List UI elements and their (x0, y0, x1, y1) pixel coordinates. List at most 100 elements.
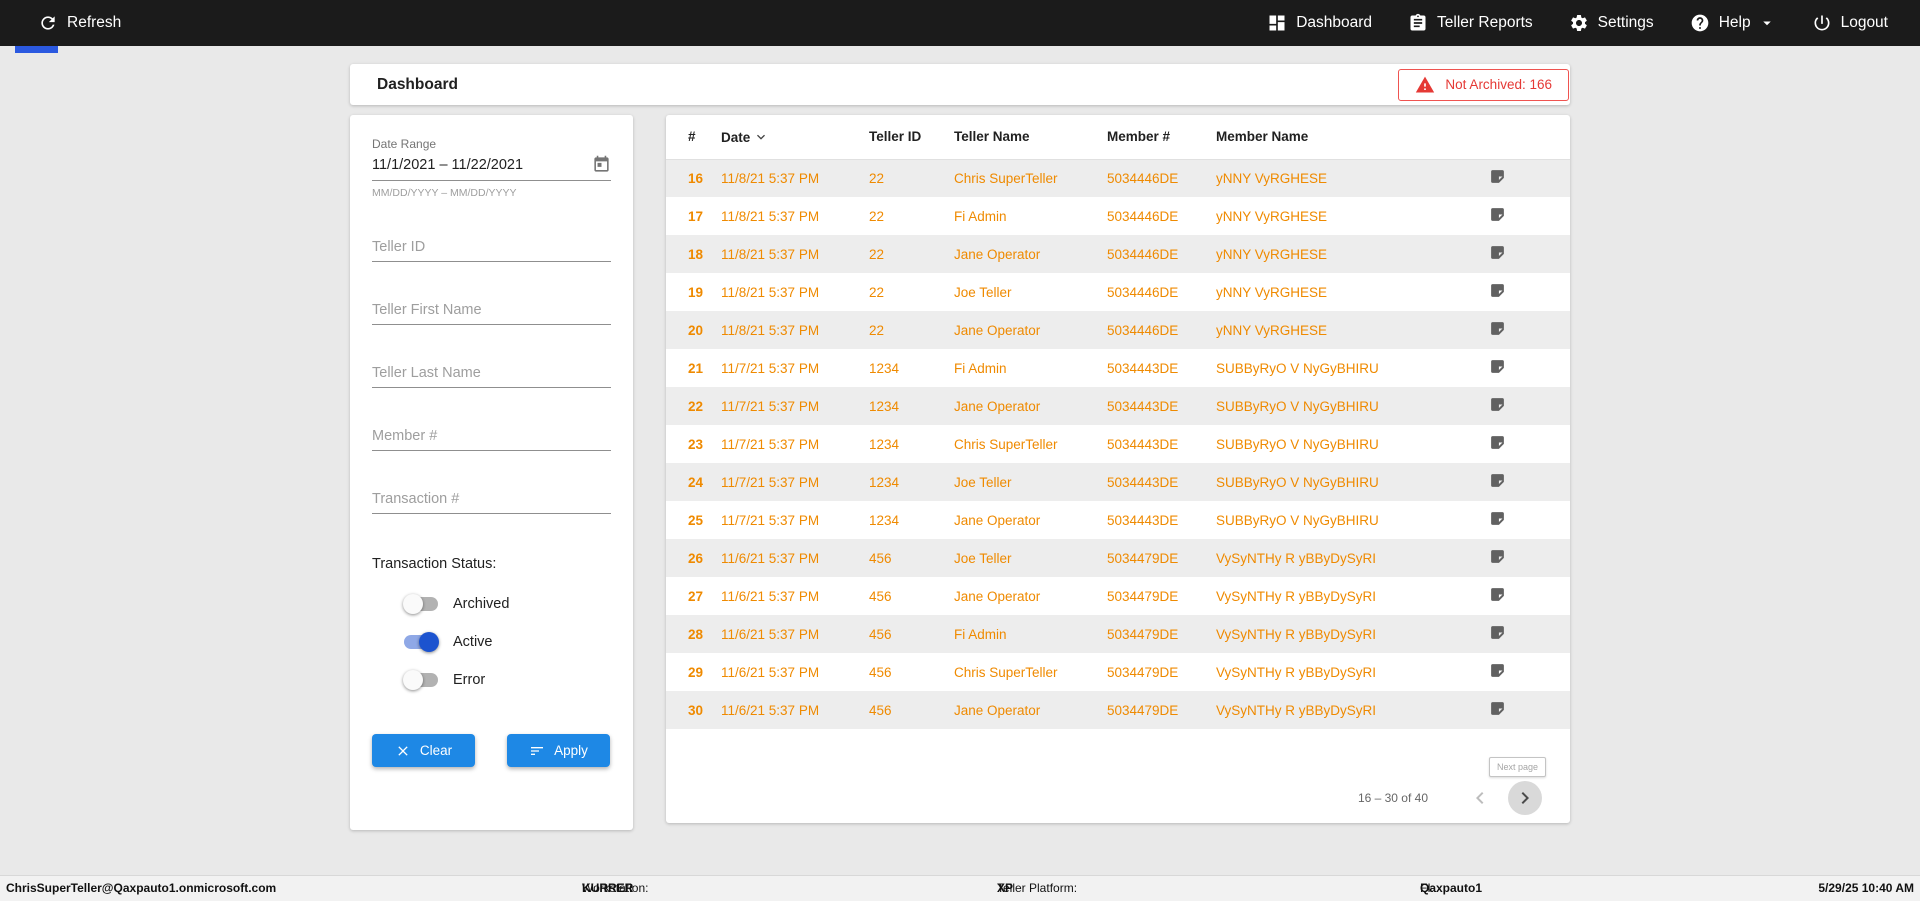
table-row[interactable]: 18 11/8/21 5:37 PM 22 Jane Operator 5034… (666, 235, 1570, 273)
platform-info: Teller Platform: XP (997, 876, 1077, 901)
active-switch[interactable] (403, 632, 439, 652)
status-bar: ChrisSuperTeller@Qaxpauto1.onmicrosoft.c… (0, 875, 1920, 901)
cell-actions (1489, 159, 1570, 197)
warning-icon (1416, 76, 1435, 92)
next-page-tooltip: Next page (1488, 757, 1546, 777)
toggle-archived[interactable]: Archived (372, 592, 611, 616)
nav-teller-reports[interactable]: Teller Reports (1408, 13, 1533, 33)
cell-teller-name: Jane Operator (954, 702, 1041, 718)
note-button[interactable] (1489, 586, 1506, 603)
transaction-number-input[interactable] (372, 487, 611, 514)
note-icon (1491, 360, 1504, 373)
note-button[interactable] (1489, 510, 1506, 527)
table-row[interactable]: 26 11/6/21 5:37 PM 456 Joe Teller 503447… (666, 539, 1570, 577)
not-archived-badge[interactable]: Not Archived: 166 (1398, 68, 1569, 101)
cell-date: 11/7/21 5:37 PM (721, 436, 820, 452)
transactions-table: # Date Teller ID Teller Name Member # Me… (666, 115, 1570, 729)
fi-label: FI: (1420, 881, 1434, 895)
note-icon (1491, 436, 1504, 449)
nav-logout[interactable]: Logout (1812, 13, 1888, 33)
date-picker-button[interactable] (592, 155, 611, 174)
note-icon (1491, 588, 1504, 601)
col-header-date[interactable]: Date (721, 115, 869, 160)
cell-teller-name: Fi Admin (954, 626, 1007, 642)
toggle-error[interactable]: Error (372, 668, 611, 692)
note-button[interactable] (1489, 700, 1506, 717)
cell-row-number: 23 (688, 436, 704, 452)
note-button[interactable] (1489, 548, 1506, 565)
note-button[interactable] (1489, 624, 1506, 641)
nav-help[interactable]: Help (1690, 13, 1776, 33)
table-row[interactable]: 27 11/6/21 5:37 PM 456 Jane Operator 503… (666, 577, 1570, 615)
member-number-input[interactable] (372, 424, 611, 451)
teller-id-input[interactable] (372, 235, 611, 262)
note-button[interactable] (1489, 282, 1506, 299)
cell-row-number: 29 (688, 664, 704, 680)
cell-teller-id: 1234 (869, 512, 900, 528)
table-row[interactable]: 16 11/8/21 5:37 PM 22 Chris SuperTeller … (666, 159, 1570, 197)
cell-actions (1489, 539, 1570, 577)
table-row[interactable]: 24 11/7/21 5:37 PM 1234 Joe Teller 50344… (666, 463, 1570, 501)
cell-teller-id: 22 (869, 208, 885, 224)
teller-last-name-input[interactable] (372, 361, 611, 388)
cell-member-number: 5034446DE (1107, 246, 1179, 262)
cell-member-number: 5034446DE (1107, 208, 1179, 224)
cell-member-number: 5034479DE (1107, 664, 1179, 680)
cell-member-name: SUBByRyO V NyGyBHIRU (1216, 398, 1379, 414)
error-switch[interactable] (403, 670, 439, 690)
cell-actions (1489, 387, 1570, 425)
cell-teller-id: 22 (869, 170, 885, 186)
note-button[interactable] (1489, 320, 1506, 337)
note-icon (1491, 398, 1504, 411)
page-header-card: Dashboard Not Archived: 166 (350, 64, 1570, 105)
pagination-range: 16 – 30 of 40 (1357, 791, 1428, 805)
note-button[interactable] (1489, 662, 1506, 679)
note-button[interactable] (1489, 206, 1506, 223)
note-button[interactable] (1489, 244, 1506, 261)
table-row[interactable]: 29 11/6/21 5:37 PM 456 Chris SuperTeller… (666, 653, 1570, 691)
close-icon (398, 745, 408, 756)
table-row[interactable]: 22 11/7/21 5:37 PM 1234 Jane Operator 50… (666, 387, 1570, 425)
date-range-label: Date Range (372, 137, 437, 151)
note-icon (1491, 626, 1504, 639)
cell-date: 11/7/21 5:37 PM (721, 398, 820, 414)
note-button[interactable] (1489, 472, 1506, 489)
sort-desc-icon (757, 134, 766, 140)
date-range-input[interactable] (372, 156, 592, 173)
nav-settings[interactable]: Settings (1569, 13, 1654, 33)
note-button[interactable] (1489, 434, 1506, 451)
table-row[interactable]: 23 11/7/21 5:37 PM 1234 Chris SuperTelle… (666, 425, 1570, 463)
date-range-field: Date Range MM/DD/YYYY – MM/DD/YYYY (372, 137, 611, 199)
settings-icon (1570, 15, 1587, 31)
table-row[interactable]: 17 11/8/21 5:37 PM 22 Fi Admin 5034446DE… (666, 197, 1570, 235)
cell-member-name: VySyNTHy R yBByDySyRI (1216, 664, 1377, 680)
cell-row-number: 21 (688, 360, 704, 376)
apply-button[interactable]: Apply (507, 734, 610, 767)
col-header-date-label: Date (721, 129, 751, 145)
refresh-button[interactable]: Refresh (38, 13, 121, 33)
toggle-active[interactable]: Active (372, 630, 611, 654)
clear-button[interactable]: Clear (372, 734, 475, 767)
archived-switch[interactable] (403, 594, 439, 614)
table-row[interactable]: 30 11/6/21 5:37 PM 456 Jane Operator 503… (666, 691, 1570, 729)
panels-row: Date Range MM/DD/YYYY – MM/DD/YYYY Trans… (350, 115, 1570, 830)
teller-first-name-input[interactable] (372, 298, 611, 325)
table-row[interactable]: 20 11/8/21 5:37 PM 22 Jane Operator 5034… (666, 311, 1570, 349)
table-row[interactable]: 28 11/6/21 5:37 PM 456 Fi Admin 5034479D… (666, 615, 1570, 653)
filter-icon (531, 746, 544, 755)
platform-label: Teller Platform: (997, 881, 1078, 895)
table-row[interactable]: 21 11/7/21 5:37 PM 1234 Fi Admin 5034443… (666, 349, 1570, 387)
next-page-button[interactable] (1508, 781, 1542, 815)
table-row[interactable]: 19 11/8/21 5:37 PM 22 Joe Teller 5034446… (666, 273, 1570, 311)
note-icon (1491, 322, 1504, 335)
nav-dashboard[interactable]: Dashboard (1267, 13, 1372, 33)
note-button[interactable] (1489, 396, 1506, 413)
cell-teller-name: Fi Admin (954, 208, 1007, 224)
prev-page-button[interactable] (1468, 786, 1492, 810)
cell-member-name: SUBByRyO V NyGyBHIRU (1216, 436, 1379, 452)
cell-actions (1489, 197, 1570, 235)
note-button[interactable] (1489, 168, 1506, 185)
note-button[interactable] (1489, 358, 1506, 375)
table-row[interactable]: 25 11/7/21 5:37 PM 1234 Jane Operator 50… (666, 501, 1570, 539)
date-format-hint: MM/DD/YYYY – MM/DD/YYYY (372, 187, 517, 199)
